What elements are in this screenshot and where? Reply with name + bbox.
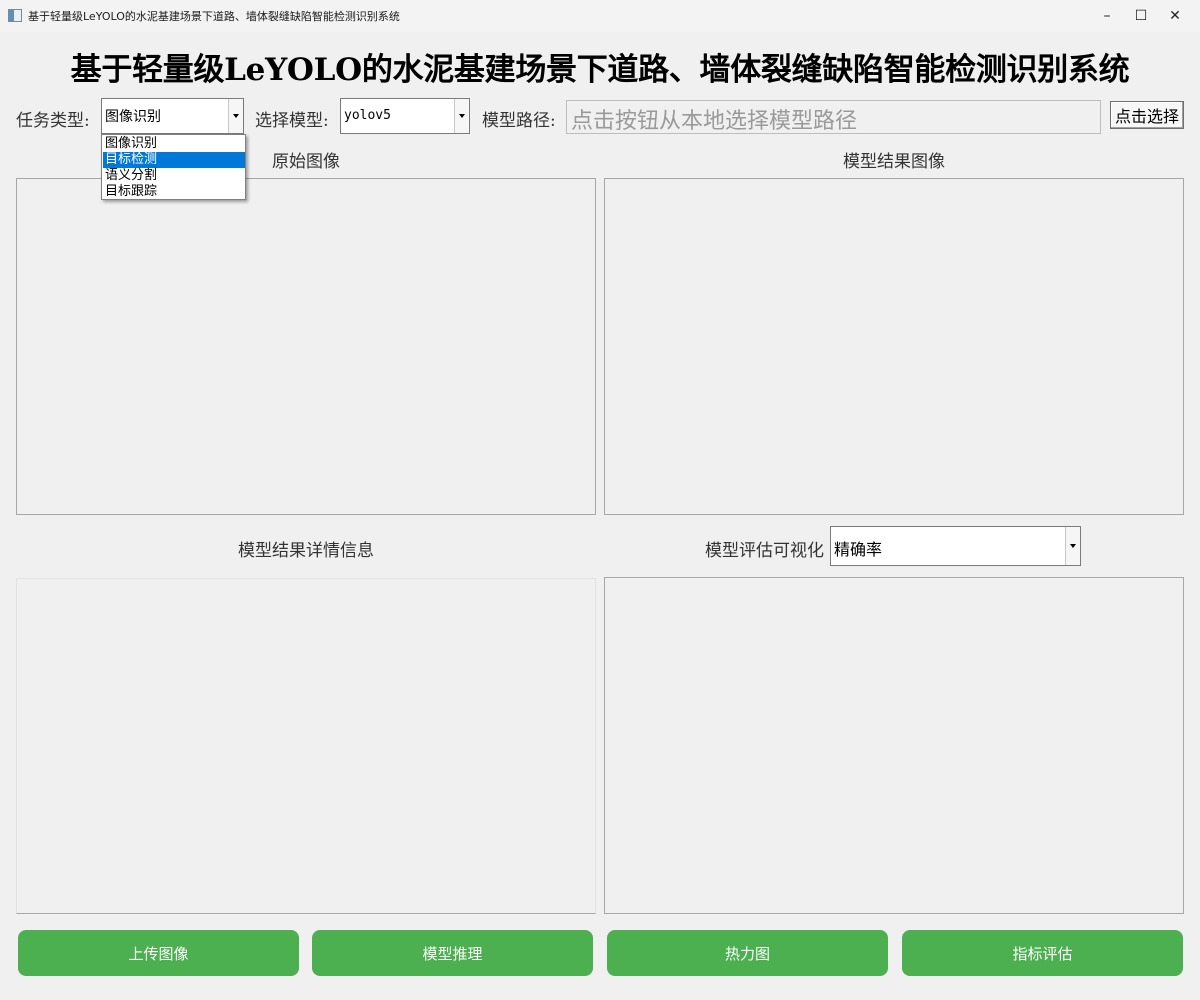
result-image-panel <box>604 178 1184 515</box>
pick-model-button[interactable]: 点击选择 <box>1110 101 1184 129</box>
model-select-label: 选择模型: <box>255 111 329 131</box>
evaluate-metrics-button[interactable]: 指标评估 <box>902 930 1183 976</box>
page-title: 基于轻量级LeYOLO的水泥基建场景下道路、墙体裂缝缺陷智能检测识别系统 <box>70 52 1130 88</box>
chevron-down-icon[interactable] <box>454 99 469 133</box>
dropdown-option-object-tracking[interactable]: 目标跟踪 <box>103 184 245 200</box>
model-path-label: 模型路径: <box>482 111 556 131</box>
app-icon <box>8 9 22 22</box>
eval-visualization-panel <box>604 577 1184 914</box>
dropdown-option-semantic-segmentation[interactable]: 语义分割 <box>103 168 245 184</box>
window-title: 基于轻量级LeYOLO的水泥基建场景下道路、墙体裂缝缺陷智能检测识别系统 <box>28 10 400 23</box>
result-details-title: 模型结果详情信息 <box>238 541 374 561</box>
model-select[interactable]: yolov5 <box>340 98 470 134</box>
model-path-input[interactable]: 点击按钮从本地选择模型路径 <box>566 100 1101 134</box>
close-button[interactable]: ✕ <box>1152 0 1198 32</box>
eval-metric-value: 精确率 <box>834 540 883 559</box>
chevron-down-icon[interactable] <box>228 99 243 133</box>
model-select-value: yolov5 <box>344 108 391 123</box>
task-type-select[interactable]: 图像识别 <box>101 98 244 134</box>
upload-image-button[interactable]: 上传图像 <box>18 930 299 976</box>
model-inference-button[interactable]: 模型推理 <box>312 930 593 976</box>
chevron-down-icon[interactable] <box>1065 527 1080 565</box>
task-type-label: 任务类型: <box>16 111 90 131</box>
dropdown-option-object-detection[interactable]: 目标检测 <box>103 152 245 168</box>
dropdown-option-image-recognition[interactable]: 图像识别 <box>103 136 245 152</box>
task-type-dropdown-list: 图像识别 目标检测 语义分割 目标跟踪 <box>101 134 246 200</box>
window-titlebar: 基于轻量级LeYOLO的水泥基建场景下道路、墙体裂缝缺陷智能检测识别系统 – ☐… <box>0 0 1200 32</box>
eval-visualization-title: 模型评估可视化 <box>705 541 824 561</box>
task-type-value: 图像识别 <box>105 109 161 125</box>
result-image-title: 模型结果图像 <box>843 152 945 172</box>
result-details-panel[interactable] <box>16 578 596 914</box>
heatmap-button[interactable]: 热力图 <box>607 930 888 976</box>
original-image-panel <box>16 178 596 515</box>
eval-metric-select[interactable]: 精确率 <box>830 526 1081 566</box>
